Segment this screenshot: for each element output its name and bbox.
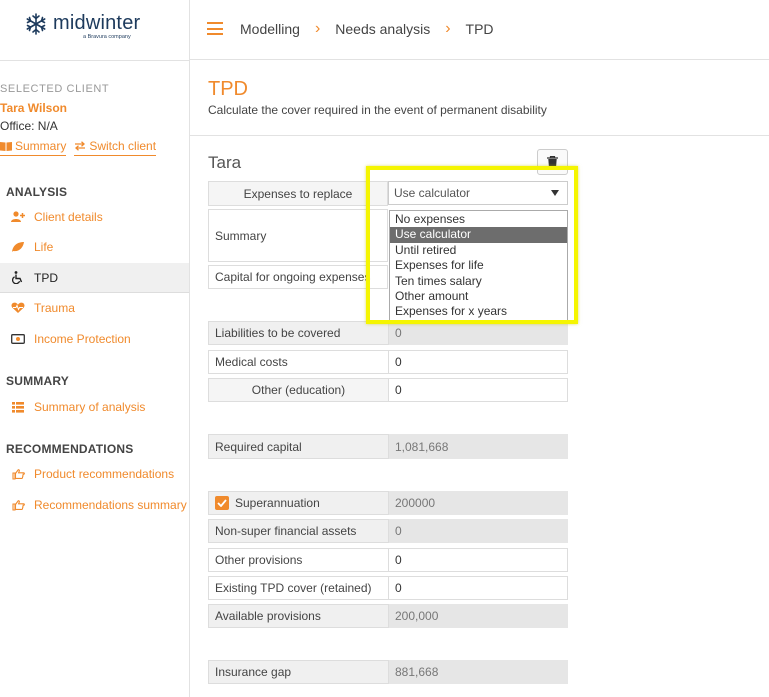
divider — [0, 60, 190, 61]
top-header: Modelling › Needs analysis › TPD — [190, 0, 769, 60]
brand-logo[interactable]: midwinter a Bravura company — [25, 12, 165, 44]
chevron-right-icon: › — [314, 20, 321, 37]
brand-tagline: a Bravura company — [83, 34, 131, 40]
chevron-right-icon: › — [445, 20, 451, 37]
required-capital-value: 1,081,668 — [389, 434, 568, 459]
summary-link-label: Summary — [15, 139, 67, 153]
pointing-hand-icon — [10, 498, 26, 512]
selected-client-label: SELECTED CLIENT — [0, 83, 110, 95]
required-capital-label: Required capital — [208, 434, 389, 459]
other-provisions-input[interactable]: 0 — [389, 548, 568, 572]
other-provisions-label: Other provisions — [208, 548, 389, 572]
non-super-label: Non-super financial assets — [208, 519, 389, 543]
other-provisions-row: Other provisions 0 — [208, 548, 568, 572]
hamburger-icon[interactable] — [207, 22, 223, 35]
insurance-gap-row: Insurance gap 881,668 — [208, 660, 568, 684]
sidebar-item-label: Life — [34, 240, 54, 254]
money-icon — [10, 332, 26, 346]
required-capital-row: Required capital 1,081,668 — [208, 434, 568, 459]
superannuation-value: 200000 — [389, 491, 568, 515]
sidebar-item-recommendations-summary[interactable]: Recommendations summary — [0, 490, 189, 520]
insurance-gap-label: Insurance gap — [208, 660, 389, 684]
superannuation-label: Superannuation — [235, 496, 320, 510]
sidebar-item-income-protection[interactable]: Income Protection — [0, 324, 189, 354]
page-subtitle: Calculate the cover required in the even… — [208, 103, 547, 117]
sidebar-item-summary-of-analysis[interactable]: Summary of analysis — [0, 392, 189, 422]
breadcrumb: Modelling › Needs analysis › TPD — [240, 20, 494, 38]
liabilities-row: Liabilities to be covered 0 — [208, 321, 568, 345]
superannuation-checkbox[interactable] — [215, 496, 229, 510]
highlight-box — [366, 166, 578, 324]
medical-input[interactable]: 0 — [389, 350, 568, 374]
available-provisions-row: Available provisions 200,000 — [208, 604, 568, 628]
capital-label: Capital for ongoing expenses — [208, 265, 388, 289]
sidebar-item-label: Trauma — [34, 301, 75, 315]
brand-name: midwinter — [53, 12, 141, 34]
heartbeat-icon — [10, 301, 26, 315]
sidebar-item-product-recommendations[interactable]: Product recommendations — [0, 459, 189, 489]
available-provisions-label: Available provisions — [208, 604, 389, 628]
sidebar-item-label: Income Protection — [34, 332, 131, 346]
sidebar-item-trauma[interactable]: Trauma — [0, 293, 189, 323]
available-provisions-value: 200,000 — [389, 604, 568, 628]
other-education-row: Other (education) 0 — [208, 378, 568, 402]
liabilities-value: 0 — [389, 321, 568, 345]
sidebar-item-label: Client details — [34, 210, 103, 224]
sidebar: midwinter a Bravura company SELECTED CLI… — [0, 0, 190, 697]
sidebar-item-label: TPD — [34, 270, 58, 285]
client-links: Summary Switch client — [0, 139, 157, 156]
sidebar-item-life[interactable]: Life — [0, 232, 189, 262]
summary-label: Summary — [208, 209, 388, 262]
divider — [190, 135, 769, 136]
sidebar-item-tpd[interactable]: TPD — [0, 263, 189, 293]
sidebar-item-label: Recommendations summary — [34, 498, 187, 512]
expenses-label: Expenses to replace — [208, 181, 388, 206]
sidebar-item-client-details[interactable]: Client details — [0, 202, 189, 232]
person-name: Tara — [208, 153, 242, 172]
breadcrumb-modelling[interactable]: Modelling — [240, 21, 300, 37]
client-name: Tara Wilson — [0, 101, 68, 115]
page-title: TPD — [208, 78, 248, 100]
superannuation-row: Superannuation 200000 — [208, 491, 568, 515]
insurance-gap-value: 881,668 — [389, 660, 568, 684]
medical-row: Medical costs 0 — [208, 350, 568, 374]
breadcrumb-needs-analysis[interactable]: Needs analysis — [335, 21, 430, 37]
list-icon — [10, 400, 26, 414]
liabilities-label: Liabilities to be covered — [208, 321, 389, 345]
pointing-hand-icon — [10, 467, 26, 481]
non-super-row: Non-super financial assets 0 — [208, 519, 568, 543]
non-super-value: 0 — [389, 519, 568, 543]
wheelchair-icon — [10, 271, 26, 285]
switch-client-label: Switch client — [89, 139, 157, 153]
existing-tpd-input[interactable]: 0 — [389, 576, 568, 600]
switch-client-link[interactable]: Switch client — [74, 139, 157, 156]
section-recommendations: RECOMMENDATIONS — [6, 442, 134, 456]
breadcrumb-tpd: TPD — [465, 21, 494, 37]
sidebar-item-label: Summary of analysis — [34, 400, 146, 414]
snowflake-icon — [26, 13, 46, 35]
book-icon — [0, 142, 12, 151]
summary-link[interactable]: Summary — [0, 139, 67, 156]
other-education-label: Other (education) — [208, 378, 389, 402]
superannuation-label-cell: Superannuation — [208, 491, 389, 515]
other-education-input[interactable]: 0 — [389, 378, 568, 402]
leaf-icon — [10, 240, 26, 254]
check-icon — [217, 499, 227, 507]
section-analysis: ANALYSIS — [6, 185, 68, 199]
medical-label: Medical costs — [208, 350, 389, 374]
client-office: Office: N/A — [0, 119, 58, 133]
add-user-icon — [10, 210, 26, 224]
sidebar-item-label: Product recommendations — [34, 467, 175, 481]
exchange-icon — [75, 141, 86, 151]
existing-tpd-label: Existing TPD cover (retained) — [208, 576, 389, 600]
section-summary: SUMMARY — [6, 374, 69, 388]
existing-tpd-row: Existing TPD cover (retained) 0 — [208, 576, 568, 600]
